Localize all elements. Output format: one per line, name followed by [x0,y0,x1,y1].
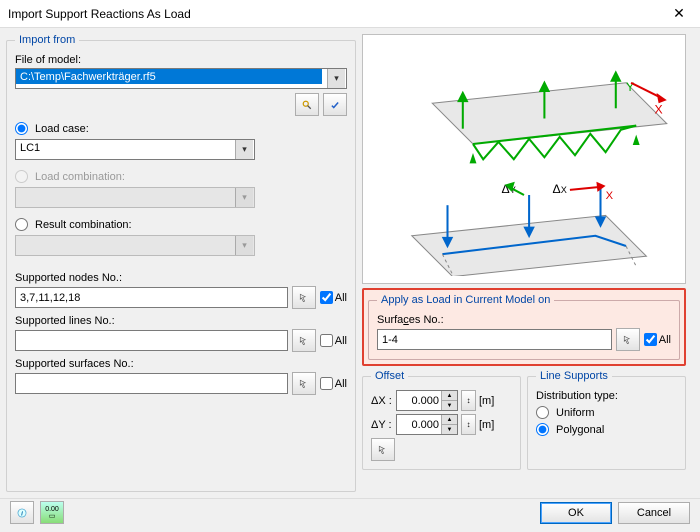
offset-legend: Offset [371,370,408,382]
title-bar: Import Support Reactions As Load ✕ [0,0,700,28]
svg-text:ΔX: ΔX [553,182,567,196]
apply-group: Apply as Load in Current Model on Surfac… [368,294,680,360]
dx-value[interactable] [397,391,441,410]
preview-svg: Y X [371,42,677,277]
apply-all-label: All [659,334,671,346]
lines-pick-button[interactable] [292,329,316,352]
nodes-input[interactable] [15,287,288,308]
lines-all-check[interactable] [320,334,333,347]
offset-group: Offset ΔX : ▲▼ ↕ [m] ΔY : ▲▼ [362,370,521,470]
dialog-body: Import from File of model: C:\Temp\Fachw… [0,28,700,498]
help-button[interactable]: i [10,501,34,524]
dy-spinner[interactable]: ▲▼ [396,414,458,435]
validate-button[interactable] [323,93,347,116]
ok-button[interactable]: OK [540,502,612,524]
nodes-pick-button[interactable] [292,286,316,309]
nodes-label: Supported nodes No.: [15,272,347,284]
file-combo[interactable]: C:\Temp\Fachwerkträger.rf5 [15,68,347,89]
close-button[interactable]: ✕ [658,0,700,28]
result-combo-radio[interactable] [15,218,28,231]
apply-all-check[interactable] [644,333,657,346]
polygonal-radio[interactable] [536,423,549,436]
dx-label: ΔX : [371,395,393,407]
load-combo-radio [15,170,28,183]
line-supports-legend: Line Supports [536,370,612,382]
apply-legend: Apply as Load in Current Model on [377,294,554,306]
result-combo-label: Result combination: [35,219,132,231]
nodes-all-label: All [335,292,347,304]
offset-pick-button[interactable] [371,438,395,461]
load-case-label: Load case: [35,123,89,135]
svg-text:Y: Y [626,80,634,94]
window-title: Import Support Reactions As Load [8,7,658,21]
polygonal-label: Polygonal [556,424,604,436]
surf-all-label: All [335,378,347,390]
dist-label: Distribution type: [536,390,677,402]
load-case-radio[interactable] [15,122,28,135]
result-combo-value [15,235,255,256]
dx-down[interactable]: ▼ [441,401,457,410]
dx-spinner[interactable]: ▲▼ [396,390,458,411]
apply-surf-label: Surfaces No.: [377,314,671,326]
lines-all-label: All [335,335,347,347]
browse-button[interactable] [295,93,319,116]
svg-text:X: X [655,102,663,116]
dy-step-button[interactable]: ↕ [461,414,476,435]
dy-up[interactable]: ▲ [441,415,457,425]
line-supports-group: Line Supports Distribution type: Uniform… [527,370,686,470]
units-button[interactable]: 0.00▭ [40,501,64,524]
uniform-label: Uniform [556,407,595,419]
surf-pick-button[interactable] [292,372,316,395]
apply-highlight: Apply as Load in Current Model on Surfac… [362,288,686,366]
apply-surf-input[interactable] [377,329,612,350]
dx-step-button[interactable]: ↕ [461,390,476,411]
load-combo-value [15,187,255,208]
file-label: File of model: [15,54,347,66]
load-combo-label: Load combination: [35,171,125,183]
preview-image: Y X [362,34,686,284]
cancel-button[interactable]: Cancel [618,502,690,524]
surf-input[interactable] [15,373,288,394]
load-combo-combo [15,187,255,208]
dy-down[interactable]: ▼ [441,425,457,434]
nodes-all-check[interactable] [320,291,333,304]
result-combo-combo [15,235,255,256]
lines-label: Supported lines No.: [15,315,347,327]
dy-unit: [m] [479,419,494,431]
dy-value[interactable] [397,415,441,434]
apply-surf-pick-button[interactable] [616,328,640,351]
svg-text:X: X [606,190,614,202]
dx-unit: [m] [479,395,494,407]
import-from-group: Import from File of model: C:\Temp\Fachw… [6,34,356,492]
surf-all-check[interactable] [320,377,333,390]
dx-up[interactable]: ▲ [441,391,457,401]
import-from-legend: Import from [15,34,79,46]
lines-input[interactable] [15,330,288,351]
uniform-radio[interactable] [536,406,549,419]
load-case-value: LC1 [15,139,255,160]
file-value: C:\Temp\Fachwerkträger.rf5 [16,69,322,84]
dy-label: ΔY : [371,419,393,431]
load-case-combo[interactable]: LC1 [15,139,255,160]
svg-text:i: i [21,510,23,517]
surf-label: Supported surfaces No.: [15,358,347,370]
dialog-footer: i 0.00▭ OK Cancel [0,498,700,526]
